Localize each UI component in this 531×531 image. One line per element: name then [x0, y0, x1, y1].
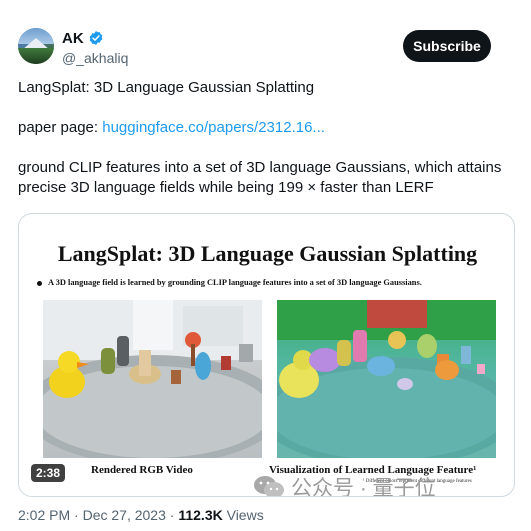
tweet-meta: 2:02 PM · Dec 27, 2023 · 112.3K Views: [18, 507, 264, 523]
tweet-header: AK @_akhaliq Subscribe: [18, 24, 515, 68]
slide-title: LangSplat: 3D Language Gaussian Splattin…: [57, 241, 478, 266]
tweet-body-line-2: precise 3D language fields while being 1…: [18, 179, 434, 196]
paper-prefix: paper page:: [18, 119, 103, 136]
tweet-date[interactable]: Dec 27, 2023: [83, 507, 166, 523]
views-label: Views: [222, 507, 264, 523]
slide-bullet: A 3D language field is learned by ground…: [37, 278, 507, 287]
author-display-name[interactable]: AK: [62, 30, 84, 47]
paper-line: paper page: huggingface.co/papers/2312.1…: [18, 118, 518, 138]
meta-separator: ·: [165, 507, 179, 523]
watermark: 公众号 · 量子位: [253, 472, 436, 497]
tweet-text: LangSplat: 3D Language Gaussian Splattin…: [18, 78, 518, 198]
meta-separator: ·: [70, 507, 83, 523]
caption-rgb-video: Rendered RGB Video: [91, 464, 193, 476]
language-feature-frame: [277, 300, 496, 458]
author-block: AK @_akhaliq: [62, 28, 128, 67]
tweet-body-line-1: ground CLIP features into a set of 3D la…: [18, 159, 502, 176]
avatar[interactable]: [18, 28, 54, 64]
verified-badge-icon: [89, 31, 103, 45]
video-media[interactable]: LangSplat: 3D Language Gaussian Splattin…: [18, 213, 515, 497]
author-handle[interactable]: @_akhaliq: [62, 50, 128, 66]
rgb-video-frame: [43, 300, 262, 458]
video-duration-badge: 2:38: [31, 464, 66, 482]
tweet-time[interactable]: 2:02 PM: [18, 507, 70, 523]
tweet-title-line: LangSplat: 3D Language Gaussian Splattin…: [18, 79, 315, 96]
paper-link[interactable]: huggingface.co/papers/2312.16...: [102, 119, 325, 136]
watermark-text: 公众号 · 量子位: [291, 477, 436, 497]
subscribe-button[interactable]: Subscribe: [403, 30, 491, 62]
views-count: 112.3K: [178, 507, 223, 523]
wechat-icon: [254, 476, 284, 496]
